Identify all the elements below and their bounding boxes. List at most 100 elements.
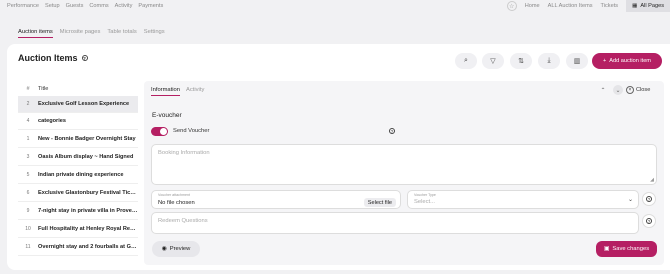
- add-auction-item-button[interactable]: + Add auction item: [592, 53, 662, 69]
- table-row[interactable]: 2 Exclusive Golf Lesson Experience: [18, 96, 138, 113]
- table-row[interactable]: 10 Full Hospitality at Henley Royal Regat…: [18, 221, 138, 238]
- row-number: 5: [26, 172, 30, 178]
- table-row[interactable]: 9 7-night stay in private villa in Proven…: [18, 203, 138, 220]
- nav-comms[interactable]: Comms: [89, 3, 108, 9]
- voucher-type-select[interactable]: Voucher Type Select... ⌄: [407, 190, 639, 209]
- plus-icon: +: [603, 58, 607, 64]
- row-title: Overnight stay and 2 fourballs at Glenea…: [38, 244, 138, 250]
- filter-button[interactable]: ▽: [482, 53, 504, 69]
- save-changes-button[interactable]: ▣ Save changes: [596, 241, 657, 257]
- nav-guests[interactable]: Guests: [66, 3, 84, 9]
- row-title: 7-night stay in private villa in Provenc…: [38, 208, 138, 214]
- save-icon: ▣: [603, 246, 610, 252]
- page-title: Auction Items ?: [18, 53, 88, 63]
- help-button[interactable]: ?: [642, 214, 656, 228]
- row-number: 4: [26, 118, 30, 124]
- tab-settings[interactable]: Settings: [144, 29, 165, 38]
- row-number: 10: [25, 226, 31, 232]
- nav-all-auction-items[interactable]: ALL Auction Items: [548, 3, 593, 9]
- tab-information[interactable]: Information: [151, 87, 180, 96]
- table-row[interactable]: 1 New - Bonnie Badger Overnight Stay: [18, 131, 138, 148]
- tab-microsite-pages[interactable]: Microsite pages: [60, 29, 101, 38]
- nav-home[interactable]: Home: [525, 3, 540, 9]
- search-button[interactable]: ⌕: [455, 53, 477, 69]
- download-button[interactable]: ⤓: [538, 53, 560, 69]
- row-title: Oasis Album display ~ Hand Signed: [38, 154, 134, 160]
- sort-button[interactable]: ⇅: [510, 53, 532, 69]
- chevron-down-icon[interactable]: ⌄: [613, 85, 623, 95]
- columns-icon: ▥: [573, 58, 581, 65]
- nav-activity[interactable]: Activity: [115, 3, 133, 9]
- close-button[interactable]: × Close: [626, 84, 650, 96]
- row-number: 2: [26, 101, 30, 107]
- top-nav-left: Performance Setup Guests Comms Activity …: [0, 3, 163, 9]
- table-row[interactable]: 3 Oasis Album display ~ Hand Signed: [18, 149, 138, 166]
- preview-button[interactable]: ◉ Preview: [152, 241, 200, 257]
- voucher-attachment-label: Voucher attachment: [158, 193, 190, 197]
- star-icon[interactable]: ☆: [506, 1, 517, 11]
- sort-icon: ⇅: [518, 58, 524, 65]
- all-pages-button[interactable]: ▦ All Pages: [626, 0, 670, 12]
- select-file-button[interactable]: Select file: [363, 198, 396, 207]
- search-icon: ⌕: [464, 57, 468, 64]
- table-header: # Title: [18, 83, 138, 95]
- row-number: 3: [26, 154, 30, 160]
- section-title: E-voucher: [152, 112, 182, 119]
- tab-table-totals[interactable]: Table totals: [107, 29, 136, 38]
- voucher-type-placeholder: Select...: [414, 199, 435, 205]
- row-number: 6: [26, 190, 30, 196]
- all-pages-label: All Pages: [640, 3, 664, 9]
- redeem-placeholder: Redeem Questions: [158, 218, 208, 224]
- voucher-type-label: Voucher Type: [414, 193, 436, 197]
- save-changes-label: Save changes: [612, 246, 650, 252]
- row-title: Exclusive Golf Lesson Experience: [38, 101, 130, 107]
- table-row[interactable]: 6 Exclusive Glastonbury Festival Tickets: [18, 185, 138, 202]
- row-number: 9: [26, 208, 30, 214]
- close-icon: ×: [626, 86, 634, 94]
- preview-label: Preview: [169, 246, 191, 252]
- column-number[interactable]: #: [18, 86, 38, 92]
- table-row[interactable]: 4 categories: [18, 113, 138, 130]
- send-voucher-toggle[interactable]: [151, 127, 168, 136]
- columns-button[interactable]: ▥: [566, 53, 588, 69]
- file-value: No file chosen: [158, 200, 195, 206]
- redeem-questions-field[interactable]: Redeem Questions: [151, 212, 639, 234]
- add-auction-item-label: Add auction item: [609, 58, 651, 64]
- table-row[interactable]: 11 Overnight stay and 2 fourballs at Glen…: [18, 239, 138, 256]
- row-title: Exclusive Glastonbury Festival Tickets: [38, 190, 138, 196]
- chevron-down-icon: ⌄: [627, 197, 633, 203]
- booking-information-field[interactable]: Booking Information ◢: [151, 144, 657, 185]
- nav-payments[interactable]: Payments: [138, 3, 163, 9]
- help-icon[interactable]: ?: [81, 55, 88, 61]
- filter-icon: ▽: [490, 58, 496, 65]
- close-label: Close: [636, 87, 651, 93]
- eye-icon: ◉: [161, 246, 167, 252]
- sub-navigation: Auction items Microsite pages Table tota…: [18, 29, 165, 38]
- row-title: categories: [38, 118, 66, 124]
- row-number: 11: [25, 244, 31, 250]
- voucher-attachment-field[interactable]: Voucher attachment No file chosen Select…: [151, 190, 401, 209]
- help-icon: ?: [646, 218, 652, 224]
- resize-handle-icon[interactable]: ◢: [650, 177, 654, 183]
- row-title: Indian private dining experience: [38, 172, 124, 178]
- page-title-text: Auction Items: [18, 53, 78, 63]
- tab-activity[interactable]: Activity: [186, 87, 204, 96]
- download-icon: ⤓: [547, 57, 551, 64]
- top-nav-right: ☆ Home ALL Auction Items Tickets ▦ All P…: [506, 0, 670, 12]
- nav-tickets[interactable]: Tickets: [601, 3, 619, 9]
- booking-placeholder: Booking Information: [158, 150, 210, 156]
- nav-setup[interactable]: Setup: [45, 3, 60, 9]
- help-icon[interactable]: ?: [389, 128, 395, 134]
- row-number: 1: [26, 136, 30, 142]
- top-navigation: Performance Setup Guests Comms Activity …: [0, 0, 670, 12]
- column-title[interactable]: Title: [38, 86, 48, 92]
- send-voucher-label: Send Voucher: [173, 128, 210, 134]
- row-title: Full Hospitality at Henley Royal Regatta: [38, 226, 138, 232]
- tab-auction-items[interactable]: Auction items: [18, 29, 53, 38]
- table-row[interactable]: 5 Indian private dining experience: [18, 167, 138, 184]
- help-button[interactable]: ?: [642, 192, 656, 206]
- panel-tabs: Information Activity: [151, 87, 204, 96]
- chevron-up-icon[interactable]: ⌃: [598, 85, 608, 95]
- help-icon: ?: [646, 196, 652, 202]
- nav-performance[interactable]: Performance: [7, 3, 39, 9]
